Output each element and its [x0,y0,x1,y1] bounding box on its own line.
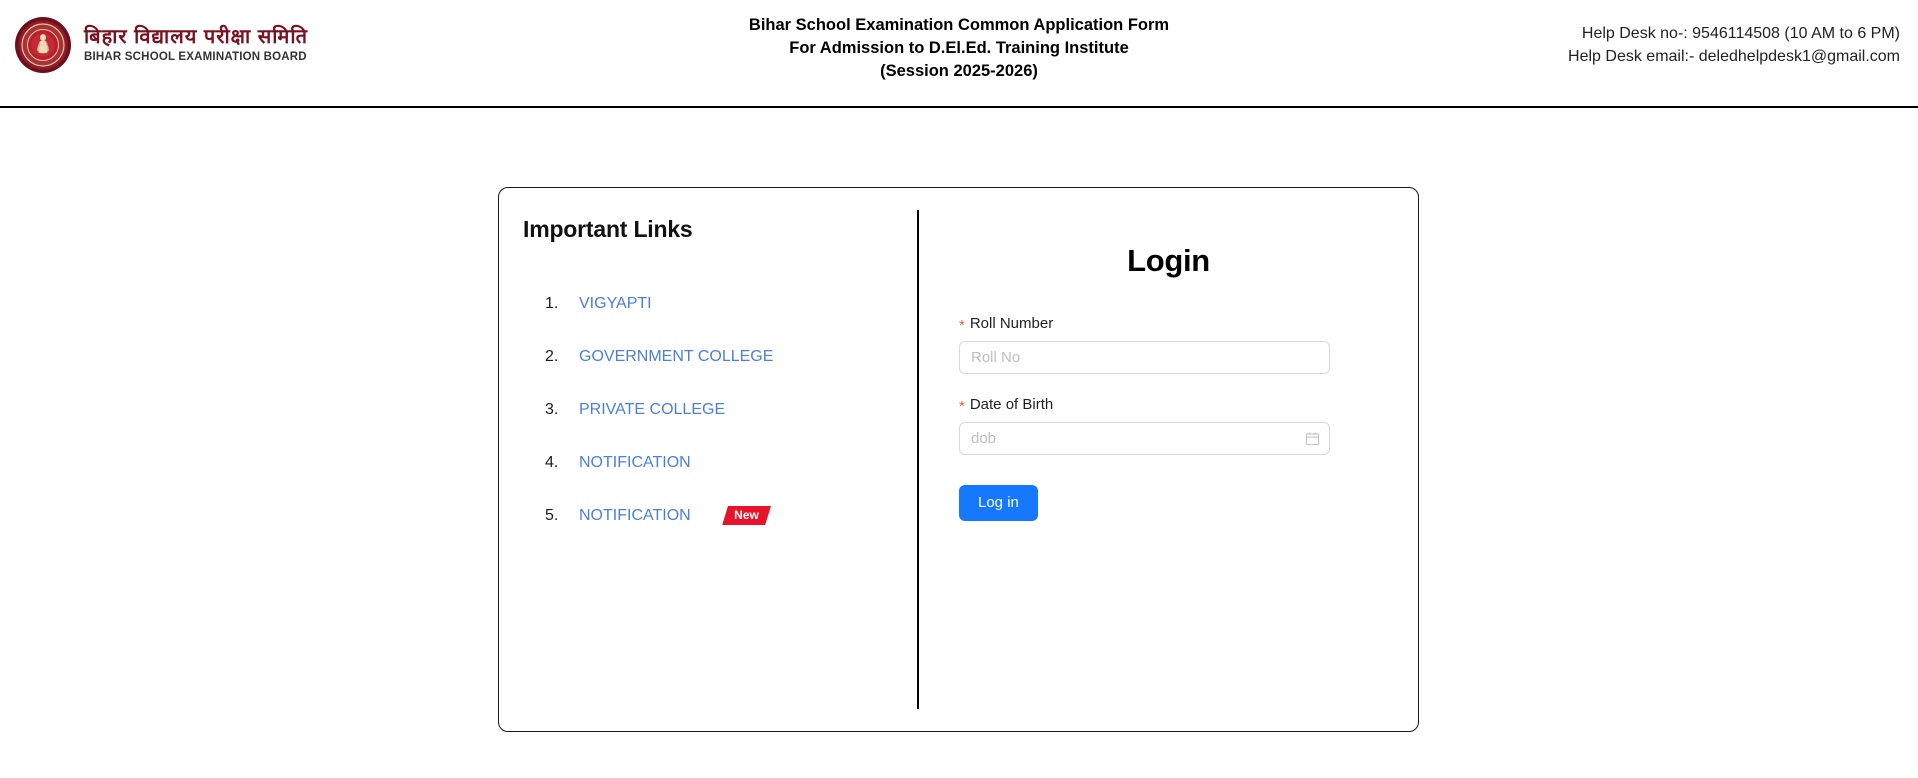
login-heading: Login [1127,243,1210,278]
list-item[interactable]: 5. NOTIFICATION New [521,489,917,542]
important-links-list: 1. VIGYAPTI 2. GOVERNMENT COLLEGE 3. PRI… [521,277,917,542]
roll-number-label: * Roll Number [959,315,1330,334]
helpdesk-email: Help Desk email:- deledhelpdesk1@gmail.c… [1568,48,1900,66]
login-form: * Roll Number * Date of Birth [919,315,1418,521]
link-notification-1[interactable]: NOTIFICATION [579,454,691,472]
list-item[interactable]: 3. PRIVATE COLLEGE [521,383,917,436]
date-of-birth-input-wrap [959,422,1330,455]
list-item-number: 1. [545,294,559,312]
page-title: Bihar School Examination Common Applicat… [749,14,1169,82]
roll-number-label-text: Roll Number [969,315,1054,332]
login-panel: Login * Roll Number * Date of Birth [919,188,1418,731]
page-header: बिहार विद्यालय परीक्षा समिति BIHAR SCHOO… [0,0,1918,108]
brand-name-english: BIHAR SCHOOL EXAMINATION BOARD [84,50,307,63]
title-line-1: Bihar School Examination Common Applicat… [748,16,1170,34]
login-submit-button[interactable]: Log in [959,485,1038,521]
list-item-number: 3. [545,400,559,418]
required-asterisk-icon: * [959,398,965,415]
required-asterisk-icon: * [959,317,965,334]
link-government-college[interactable]: GOVERNMENT COLLEGE [579,348,773,366]
new-badge-label: New [733,507,759,522]
title-line-3-session: (Session 2025-2026) [880,61,1038,80]
roll-number-input[interactable] [959,341,1330,374]
list-item[interactable]: 2. GOVERNMENT COLLEGE [521,330,917,383]
important-links-heading: Important Links [523,216,693,242]
date-of-birth-label: * Date of Birth [959,396,1330,415]
link-vigyapti[interactable]: VIGYAPTI [579,295,652,313]
list-item[interactable]: 1. VIGYAPTI [521,277,917,330]
roll-number-input-wrap [959,341,1330,374]
list-item-number: 5. [545,506,559,524]
main-card: Important Links 1. VIGYAPTI 2. GOVERNMEN… [498,187,1419,732]
new-badge: New [721,505,771,526]
brand-name-hindi: बिहार विद्यालय परीक्षा समिति [84,25,308,48]
list-item[interactable]: 4. NOTIFICATION [521,436,917,489]
date-of-birth-label-text: Date of Birth [969,396,1054,413]
helpdesk-info: Help Desk no-: 9546114508 (10 AM to 6 PM… [1568,22,1900,68]
brand-logo: बिहार विद्यालय परीक्षा समिति BIHAR SCHOO… [14,16,308,74]
date-of-birth-input[interactable] [959,422,1330,455]
link-notification-2[interactable]: NOTIFICATION [579,507,691,525]
important-links-panel: Important Links 1. VIGYAPTI 2. GOVERNMEN… [499,188,917,731]
list-item-number: 2. [545,347,559,365]
title-line-2: For Admission to D.El.Ed. Training Insti… [789,38,1129,57]
bseb-seal-emblem-icon [15,17,71,73]
helpdesk-phone: Help Desk no-: 9546114508 (10 AM to 6 PM… [1581,25,1900,42]
list-item-number: 4. [545,453,559,471]
page-body: Important Links 1. VIGYAPTI 2. GOVERNMEN… [0,108,1918,778]
link-private-college[interactable]: PRIVATE COLLEGE [579,401,725,419]
